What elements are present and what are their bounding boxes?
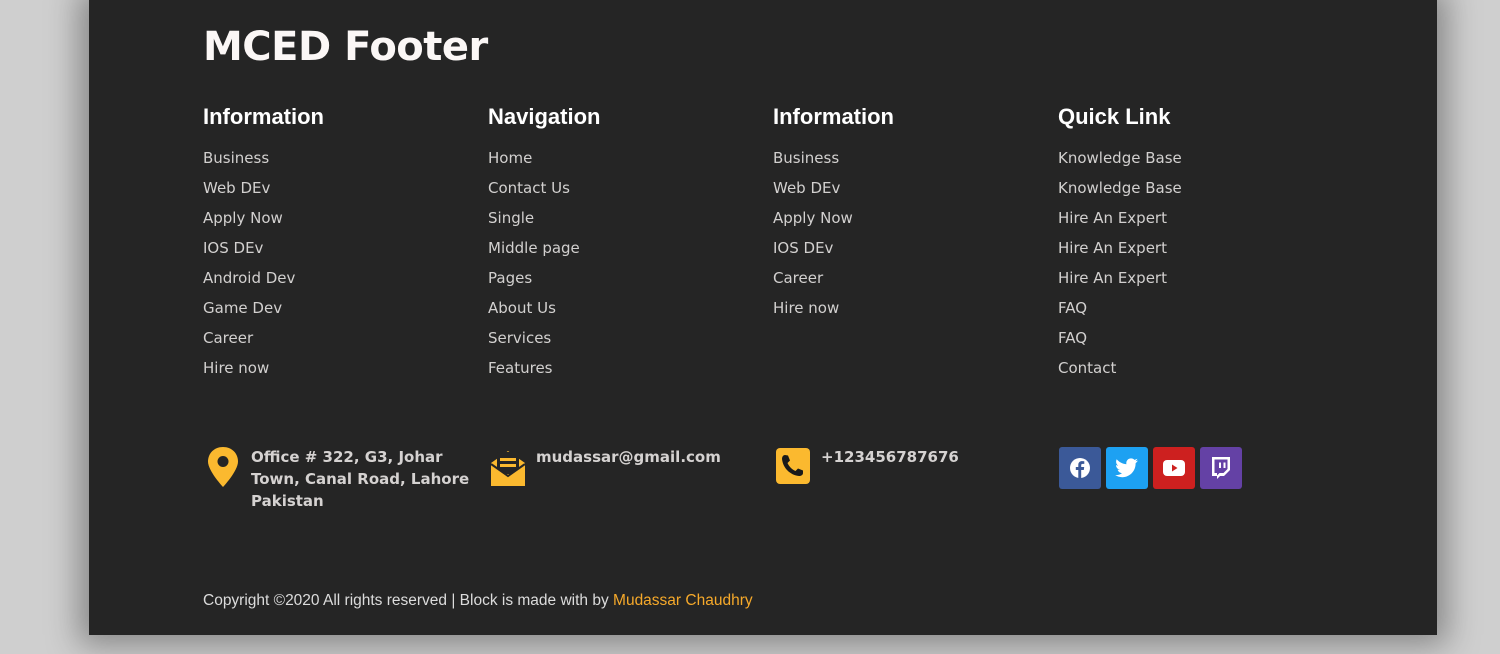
footer-link: Apply Now — [203, 208, 483, 238]
footer-link-career[interactable]: Career — [203, 329, 253, 347]
footer-link-hire-an-expert[interactable]: Hire An Expert — [1058, 269, 1167, 287]
footer-link-hire-an-expert[interactable]: Hire An Expert — [1058, 239, 1167, 257]
footer-link: Knowledge Base — [1058, 178, 1338, 208]
footer-link-single[interactable]: Single — [488, 209, 534, 227]
footer-link: Career — [773, 268, 1053, 298]
contact-address: Office # 322, G3, Johar Town, Canal Road… — [203, 446, 469, 512]
footer-link-hire-an-expert[interactable]: Hire An Expert — [1058, 209, 1167, 227]
footer-link: Business — [773, 148, 1053, 178]
footer-link-ios-dev[interactable]: IOS DEv — [773, 239, 833, 257]
facebook-button[interactable] — [1059, 447, 1101, 489]
footer-link-web-dev[interactable]: Web DEv — [773, 179, 840, 197]
footer-link-career[interactable]: Career — [773, 269, 823, 287]
footer-link-pages[interactable]: Pages — [488, 269, 532, 287]
footer-link: Contact Us — [488, 178, 768, 208]
author-link[interactable]: Mudassar Chaudhry — [613, 592, 753, 609]
footer-link-web-dev[interactable]: Web DEv — [203, 179, 270, 197]
twitch-button[interactable] — [1200, 447, 1242, 489]
footer-link: Hire now — [773, 298, 1053, 328]
footer-link-hire-now[interactable]: Hire now — [203, 359, 269, 377]
footer-link-knowledge-base[interactable]: Knowledge Base — [1058, 149, 1182, 167]
contact-phone: +123456787676 — [773, 446, 959, 488]
address-line-1: Office # 322, G3, Johar — [251, 448, 443, 466]
footer-link-apply-now[interactable]: Apply Now — [203, 209, 283, 227]
footer-link: Game Dev — [203, 298, 483, 328]
social-links — [1059, 447, 1242, 489]
footer-column-information-2: Information Business Web DEv Apply Now I… — [773, 104, 1053, 328]
email-link[interactable]: mudassar@gmail.com — [536, 446, 721, 468]
footer-link-features[interactable]: Features — [488, 359, 553, 377]
footer-column-quick-link: Quick Link Knowledge Base Knowledge Base… — [1058, 104, 1338, 388]
youtube-button[interactable] — [1153, 447, 1195, 489]
footer-link-knowledge-base[interactable]: Knowledge Base — [1058, 179, 1182, 197]
footer-link: Hire now — [203, 358, 483, 388]
footer-link: Contact — [1058, 358, 1338, 388]
column-title: Information — [773, 104, 894, 129]
footer-link: Home — [488, 148, 768, 178]
footer-link-services[interactable]: Services — [488, 329, 551, 347]
footer-brand: MCED Footer — [203, 24, 488, 70]
footer: MCED Footer Information Business Web DEv… — [89, 0, 1437, 635]
phone-icon — [773, 446, 813, 488]
copyright-text: Copyright ©2020 All rights reserved | Bl… — [203, 592, 614, 609]
footer-link-android-dev[interactable]: Android Dev — [203, 269, 295, 287]
footer-link: Pages — [488, 268, 768, 298]
footer-column-information: Information Business Web DEv Apply Now I… — [203, 104, 483, 388]
twitter-button[interactable] — [1106, 447, 1148, 489]
footer-link: FAQ — [1058, 298, 1338, 328]
footer-link-contact[interactable]: Contact — [1058, 359, 1116, 377]
map-pin-icon — [203, 446, 243, 488]
footer-link-faq[interactable]: FAQ — [1058, 299, 1087, 317]
footer-link: Knowledge Base — [1058, 148, 1338, 178]
address-line-2: Town, Canal Road, Lahore — [251, 470, 470, 488]
footer-link-middle-page[interactable]: Middle page — [488, 239, 580, 257]
footer-link-about-us[interactable]: About Us — [488, 299, 556, 317]
footer-link: Web DEv — [773, 178, 1053, 208]
footer-link: Features — [488, 358, 768, 388]
column-title: Quick Link — [1058, 104, 1171, 129]
footer-link: Hire An Expert — [1058, 208, 1338, 238]
footer-link: Career — [203, 328, 483, 358]
footer-link: Single — [488, 208, 768, 238]
footer-link: Apply Now — [773, 208, 1053, 238]
footer-link: Web DEv — [203, 178, 483, 208]
footer-link-apply-now[interactable]: Apply Now — [773, 209, 853, 227]
column-title: Navigation — [488, 104, 601, 129]
footer-link: Hire An Expert — [1058, 268, 1338, 298]
footer-link: IOS DEv — [203, 238, 483, 268]
footer-link-hire-now[interactable]: Hire now — [773, 299, 839, 317]
footer-link: Services — [488, 328, 768, 358]
footer-link: FAQ — [1058, 328, 1338, 358]
footer-link: Business — [203, 148, 483, 178]
footer-link-business[interactable]: Business — [203, 149, 269, 167]
envelope-open-icon — [488, 446, 528, 488]
footer-link-faq[interactable]: FAQ — [1058, 329, 1087, 347]
address-line-3: Pakistan — [251, 492, 324, 510]
address-text: Office # 322, G3, Johar Town, Canal Road… — [251, 446, 469, 512]
footer-link: Hire An Expert — [1058, 238, 1338, 268]
twitch-icon — [1212, 457, 1230, 479]
footer-link: Android Dev — [203, 268, 483, 298]
copyright: Copyright ©2020 All rights reserved | Bl… — [203, 592, 753, 610]
footer-link-home[interactable]: Home — [488, 149, 532, 167]
twitter-icon — [1115, 458, 1138, 478]
column-title: Information — [203, 104, 324, 129]
footer-link: About Us — [488, 298, 768, 328]
facebook-icon — [1070, 458, 1090, 478]
contact-email: mudassar@gmail.com — [488, 446, 721, 488]
footer-link: IOS DEv — [773, 238, 1053, 268]
phone-link[interactable]: +123456787676 — [821, 446, 959, 468]
footer-link-game-dev[interactable]: Game Dev — [203, 299, 282, 317]
footer-link-contact-us[interactable]: Contact Us — [488, 179, 570, 197]
youtube-icon — [1163, 460, 1185, 476]
footer-link: Middle page — [488, 238, 768, 268]
footer-link-ios-dev[interactable]: IOS DEv — [203, 239, 263, 257]
footer-link-business[interactable]: Business — [773, 149, 839, 167]
footer-column-navigation: Navigation Home Contact Us Single Middle… — [488, 104, 768, 388]
